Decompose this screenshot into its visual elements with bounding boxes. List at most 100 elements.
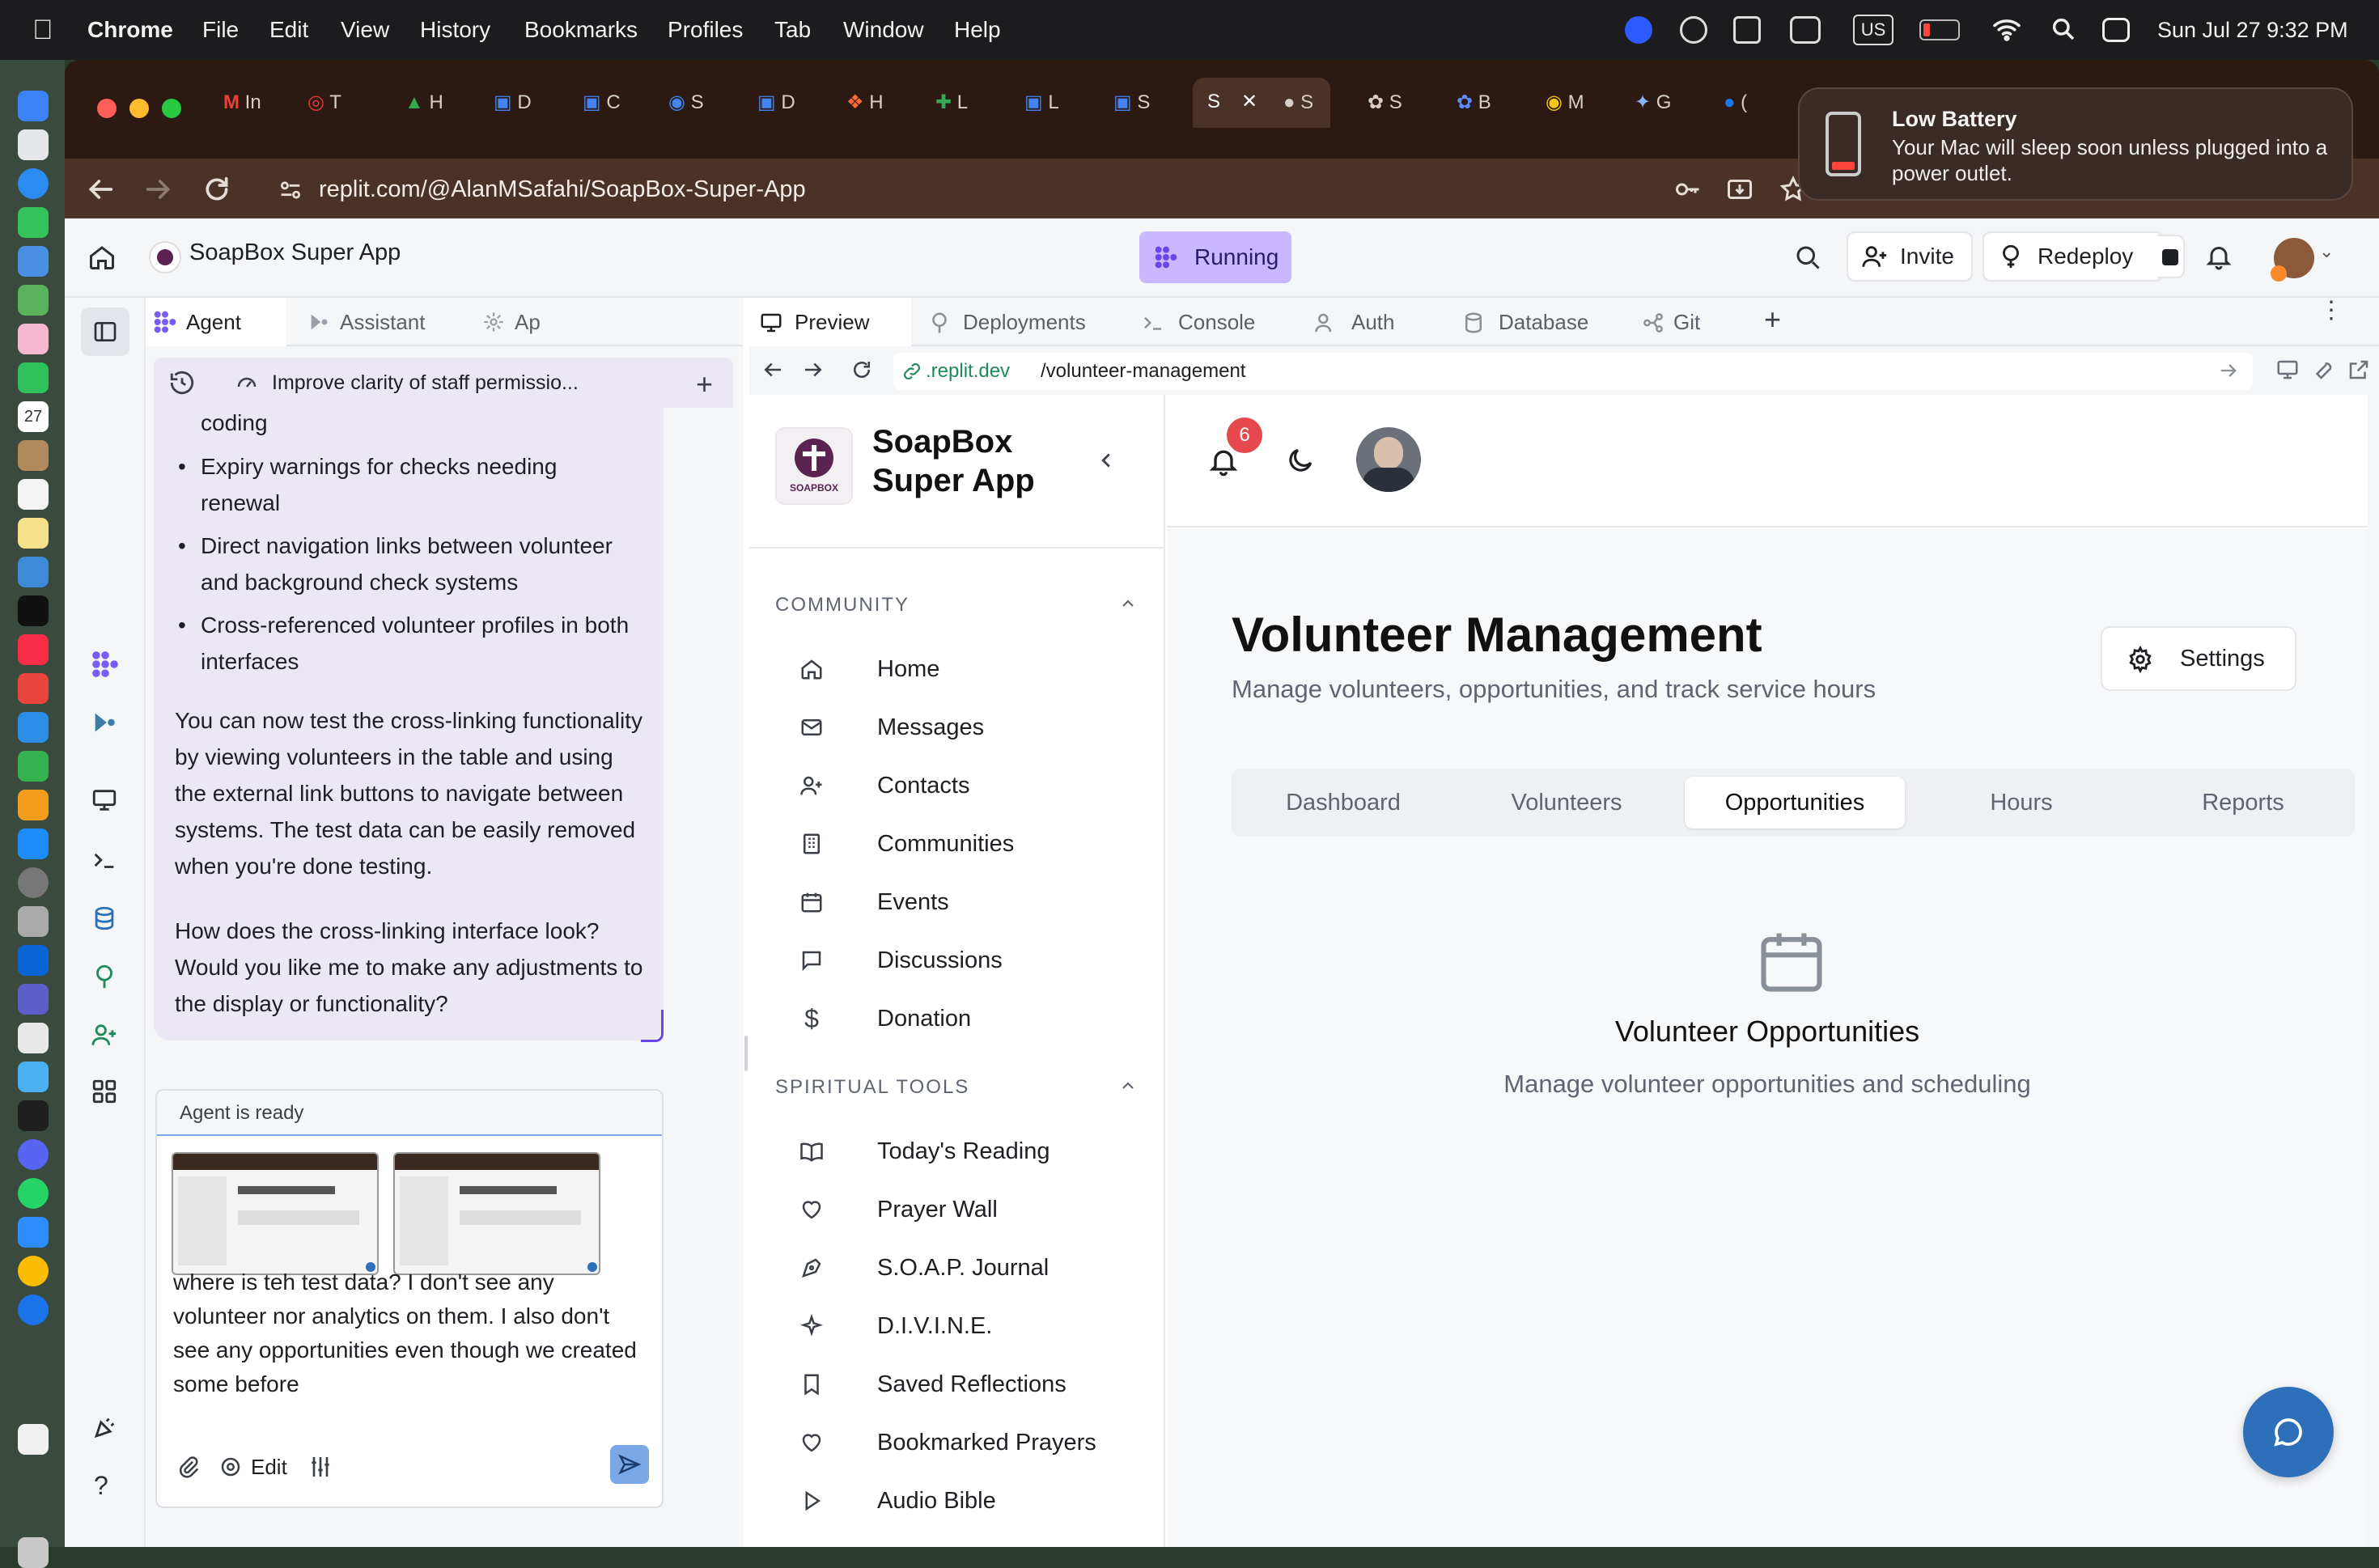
- collapse-sidebar-chevron-icon[interactable]: [1094, 448, 1118, 473]
- preview-url-bar[interactable]: .replit.dev /volunteer-management: [893, 353, 2253, 390]
- zoom-status-icon[interactable]: [1625, 16, 1652, 44]
- messages-icon[interactable]: [18, 207, 49, 238]
- run-status-button[interactable]: Running: [1139, 231, 1291, 283]
- device-preview-icon[interactable]: [2275, 358, 2300, 382]
- weather-status-icon[interactable]: [1790, 16, 1821, 44]
- battery-icon[interactable]: [1919, 19, 1960, 40]
- sync-status-icon[interactable]: [1680, 16, 1707, 44]
- new-thread-plus-icon[interactable]: +: [696, 367, 713, 401]
- more-options-icon[interactable]: ⋮: [2319, 299, 2343, 323]
- tab-opportunities[interactable]: Opportunities: [1685, 777, 1905, 828]
- menu-view[interactable]: View: [341, 0, 389, 60]
- browser-tab[interactable]: ● S: [1283, 84, 1313, 121]
- wifi-icon[interactable]: [1992, 15, 2021, 44]
- utility-app-icon[interactable]: [18, 1023, 49, 1053]
- window-minimize-button[interactable]: [129, 99, 149, 118]
- add-tab-plus-icon[interactable]: +: [1764, 303, 1781, 337]
- section-collapse-chevron-icon[interactable]: [1118, 594, 1138, 613]
- user-avatar[interactable]: [2271, 238, 2314, 282]
- browser-tab[interactable]: ▣ C: [583, 84, 621, 121]
- terminal-icon[interactable]: [18, 1100, 49, 1131]
- go-arrow-icon[interactable]: [2217, 359, 2240, 382]
- apple-tv-icon[interactable]: [18, 595, 49, 626]
- menu-tab[interactable]: Tab: [774, 0, 811, 60]
- browser-tab[interactable]: ▣ S: [1113, 84, 1150, 121]
- chrome-app-icon[interactable]: [18, 1256, 49, 1286]
- thread-title[interactable]: Improve clarity of staff permissio...: [272, 358, 579, 408]
- deploy-options-button[interactable]: [2157, 235, 2185, 278]
- discord-icon[interactable]: [18, 1139, 49, 1170]
- tab-volunteers[interactable]: Volunteers: [1461, 777, 1672, 828]
- preview-icon[interactable]: [91, 786, 118, 814]
- deployments-icon[interactable]: [91, 963, 118, 990]
- menu-app-name[interactable]: Chrome: [87, 0, 173, 60]
- password-manager-icon[interactable]: [18, 1295, 49, 1325]
- tab-git[interactable]: Git: [1633, 298, 1746, 346]
- browser-tab[interactable]: ❖ H: [846, 84, 884, 121]
- database-icon[interactable]: [91, 905, 118, 932]
- profile-avatar[interactable]: [1356, 427, 1421, 492]
- whatsapp-icon[interactable]: [18, 1178, 49, 1209]
- install-app-icon[interactable]: [1725, 175, 1754, 204]
- menu-window[interactable]: Window: [843, 0, 924, 60]
- whats-new-icon[interactable]: [91, 1414, 118, 1442]
- trash-icon[interactable]: [18, 1537, 49, 1568]
- low-battery-notification[interactable]: Low Battery Your Mac will sleep soon unl…: [1798, 87, 2353, 201]
- pane-resize-handle[interactable]: [744, 1036, 748, 1071]
- browser-tab[interactable]: M In: [223, 84, 261, 121]
- assistant-icon[interactable]: [91, 709, 118, 736]
- safari-icon[interactable]: [18, 168, 49, 199]
- attachment-thumbnail[interactable]: [393, 1152, 600, 1275]
- browser-tab[interactable]: ◎ T: [307, 84, 341, 121]
- tab-app[interactable]: Ap: [474, 298, 563, 346]
- attachment-thumbnail[interactable]: [172, 1152, 379, 1275]
- tab-agent[interactable]: Agent: [146, 298, 286, 346]
- tab-database[interactable]: Database: [1453, 298, 1615, 346]
- photos-icon[interactable]: [18, 324, 49, 354]
- window-zoom-button[interactable]: [162, 99, 181, 118]
- site-info-icon[interactable]: [277, 176, 304, 204]
- project-name[interactable]: SoapBox Super App: [189, 239, 401, 266]
- chat-fab-button[interactable]: [2243, 1387, 2334, 1477]
- tab-auth[interactable]: Auth: [1306, 298, 1435, 346]
- address-bar[interactable]: replit.com/@AlanMSafahi/SoapBox-Super-Ap…: [259, 162, 1869, 217]
- pages-icon[interactable]: [18, 790, 49, 820]
- tab-dashboard[interactable]: Dashboard: [1238, 777, 1448, 828]
- mail-icon[interactable]: [18, 246, 49, 277]
- back-icon[interactable]: [84, 173, 117, 206]
- search-icon[interactable]: [1793, 243, 1822, 272]
- home-icon[interactable]: [87, 243, 117, 272]
- helper-app-icon[interactable]: [18, 1062, 49, 1092]
- send-button[interactable]: [610, 1445, 649, 1484]
- browser-tab[interactable]: ✿ S: [1368, 84, 1402, 121]
- replit-agent-icon[interactable]: [89, 649, 121, 680]
- reminders-icon[interactable]: [18, 479, 49, 510]
- contacts-icon[interactable]: [18, 440, 49, 471]
- dark-mode-moon-icon[interactable]: [1285, 445, 1316, 476]
- tab-reports[interactable]: Reports: [2138, 777, 2348, 828]
- attach-paperclip-icon[interactable]: [176, 1453, 201, 1481]
- tab-preview[interactable]: Preview: [749, 298, 911, 346]
- browser-tab[interactable]: ◉ M: [1546, 84, 1584, 121]
- help-icon[interactable]: ?: [94, 1471, 108, 1501]
- outlook-icon[interactable]: [18, 945, 49, 976]
- auth-users-icon[interactable]: [91, 1021, 118, 1049]
- password-key-icon[interactable]: [1672, 175, 1704, 204]
- numbers-icon[interactable]: [18, 751, 49, 782]
- preview-reload-icon[interactable]: [850, 358, 874, 382]
- browser-tab[interactable]: ▣ D: [494, 84, 532, 121]
- menu-help[interactable]: Help: [954, 0, 1001, 60]
- url-text[interactable]: replit.com/@AlanMSafahi/SoapBox-Super-Ap…: [319, 162, 806, 217]
- browser-tab[interactable]: ● (: [1724, 84, 1747, 121]
- facetime-icon[interactable]: [18, 362, 49, 393]
- launchpad-icon[interactable]: [18, 129, 49, 160]
- spotlight-search-icon[interactable]: [2050, 16, 2076, 42]
- settings-button[interactable]: Settings: [2101, 626, 2296, 691]
- preview-back-icon[interactable]: [761, 358, 785, 382]
- menu-profiles[interactable]: Profiles: [668, 0, 743, 60]
- app-store-icon[interactable]: [18, 828, 49, 859]
- downloads-stack-icon[interactable]: [18, 1424, 49, 1455]
- tab-deployments[interactable]: Deployments: [919, 298, 1122, 346]
- browser-tab[interactable]: ✿ B: [1457, 84, 1491, 121]
- browser-tab[interactable]: ▣ L: [1024, 84, 1059, 121]
